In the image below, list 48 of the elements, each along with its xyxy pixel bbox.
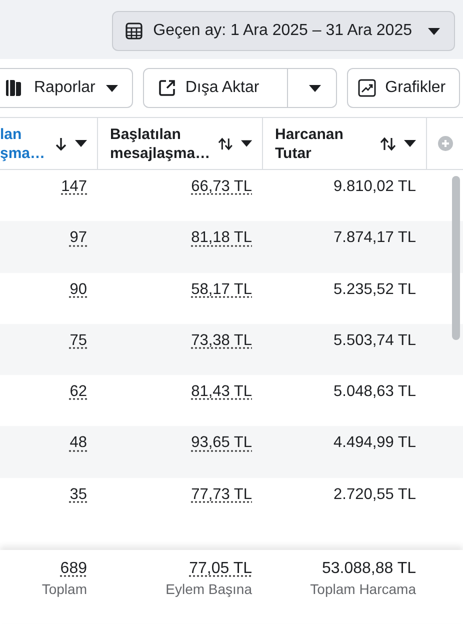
table-cell: 97 [70,229,87,246]
total-label: Toplam Harcama [310,581,416,597]
line-chart-icon [358,79,376,97]
table-cell: 9.810,02 TL [334,178,416,195]
total-value: 53.088,88 TL [322,560,416,578]
total-label: Eylem Başına [166,581,252,597]
table-cell: 93,65 TL [191,434,252,452]
export-icon [158,79,176,97]
table-cell: 5.048,63 TL [334,383,416,400]
table-cell: 75 [70,332,87,349]
table-cell: 81,18 TL [191,229,252,246]
column-header[interactable]: Başlatılan mesajlaşma… [110,124,210,162]
table-cell: 81,43 TL [191,383,252,400]
table-cell: 73,38 TL [191,332,252,349]
caret-icon [309,84,322,92]
caret-icon [106,84,118,92]
table-cell: 48 [70,434,87,452]
date-range-button[interactable]: Geçen ay: 1 Ara 2025 – 31 Ara 2025 [112,11,455,51]
export-menu-button[interactable] [287,69,336,107]
table-cell: 5.235,52 TL [334,280,416,298]
charts-button[interactable]: Grafikler [347,68,460,108]
scrollbar-thumb[interactable] [452,176,460,340]
table-cell: 7.874,17 TL [334,229,416,246]
column-menu-icon[interactable] [75,140,87,147]
table-cell: 58,17 TL [191,280,252,298]
table-cell: 62 [70,383,87,400]
book-icon [5,79,23,97]
calendar-icon [125,22,144,40]
sort-icon[interactable] [218,136,233,150]
reports-dropdown[interactable]: Raporlar [0,68,134,108]
sort-down-icon[interactable] [55,136,67,150]
table-cell: 147 [61,178,87,195]
table-cell: 4.494,99 TL [334,434,416,452]
table-cell: 66,73 TL [191,178,252,195]
column-menu-icon[interactable] [240,140,252,147]
sort-icon[interactable] [380,136,396,150]
table-cell: 77,73 TL [191,486,252,503]
total-value: 77,05 TL [189,560,252,578]
column-header[interactable]: lan şma… [0,124,47,162]
column-menu-icon[interactable] [404,140,416,147]
table-cell: 2.720,55 TL [334,486,416,503]
table-cell: 90 [70,280,87,298]
total-label: Toplam [42,581,87,597]
column-header[interactable]: Harcanan Tutar [275,124,372,162]
caret-icon [428,28,440,34]
table-cell: 5.503,74 TL [334,332,416,349]
total-value: 689 [60,560,87,578]
table-cell: 35 [70,486,87,503]
